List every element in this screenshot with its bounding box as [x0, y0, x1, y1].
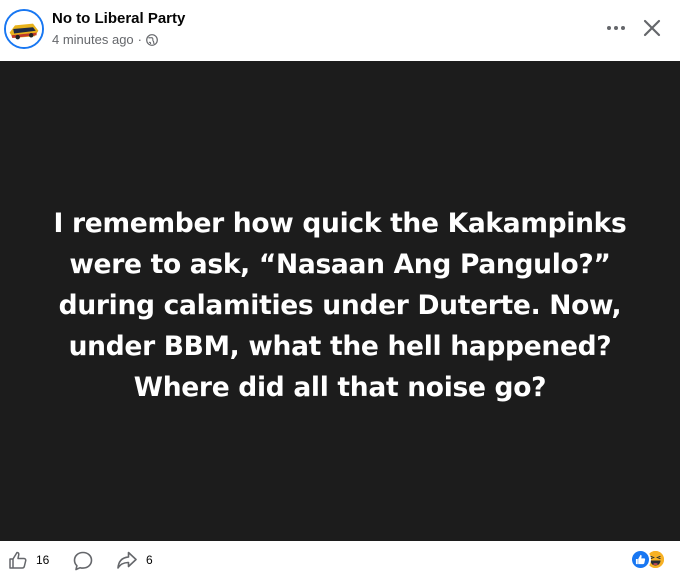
like-count: 16	[36, 553, 50, 567]
post-text: I remember how quick the Kakampinks were…	[53, 207, 627, 403]
globe-icon[interactable]	[146, 33, 158, 46]
close-button[interactable]	[638, 14, 666, 42]
like-button[interactable]: 16	[8, 550, 49, 570]
comment-icon	[73, 551, 93, 571]
like-thumb-icon	[9, 551, 27, 569]
comment-button[interactable]	[72, 550, 94, 572]
meta-separator: ·	[137, 32, 143, 47]
share-arrow-icon	[117, 551, 137, 569]
post-content-card: I remember how quick the Kakampinks were…	[0, 61, 680, 541]
post-meta: 4 minutes ago ·	[52, 32, 158, 47]
reactions-summary[interactable]	[630, 549, 672, 571]
share-count: 6	[146, 553, 153, 567]
more-options-button[interactable]	[604, 16, 628, 40]
close-icon	[643, 19, 661, 37]
post-footer: 16 6	[0, 541, 680, 578]
post-header: No to Liberal Party 4 minutes ago ·	[0, 0, 680, 61]
page-avatar[interactable]	[4, 9, 44, 49]
post-timestamp[interactable]: 4 minutes ago	[52, 32, 134, 47]
page-name-link[interactable]: No to Liberal Party	[52, 10, 185, 27]
more-options-icon	[607, 26, 625, 30]
like-reaction-icon	[630, 549, 651, 570]
share-button[interactable]: 6	[116, 550, 153, 570]
avatar-logo-icon	[6, 11, 42, 47]
